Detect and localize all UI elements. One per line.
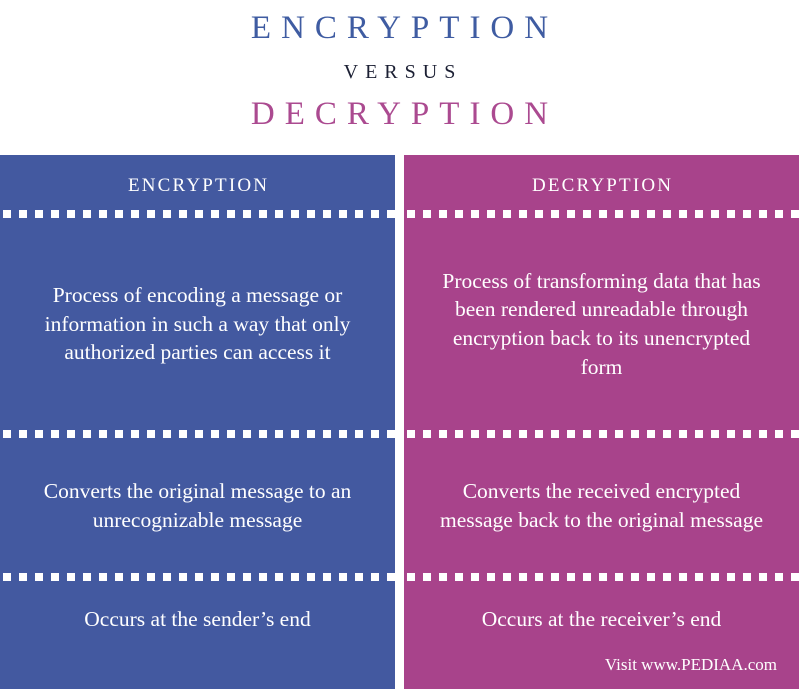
dashed-separator <box>404 210 799 218</box>
dashed-separator <box>0 210 395 218</box>
dashed-separator <box>0 573 395 581</box>
comparison-table: ENCRYPTION Process of encoding a message… <box>0 155 799 689</box>
table-cell-decryption-0: Process of transforming data that has be… <box>442 268 761 379</box>
site-credit: Visit www.PEDIAA.com <box>604 655 777 674</box>
title-versus: VERSUS <box>343 61 463 83</box>
column-encryption: ENCRYPTION Process of encoding a message… <box>0 155 395 689</box>
table-cell-encryption-2: Occurs at the sender’s end <box>84 607 311 631</box>
column-header-encryption: ENCRYPTION <box>127 174 270 196</box>
table-cell-encryption-0: Process of encoding a message or informa… <box>44 283 351 365</box>
title-term-decryption: DECRYPTION <box>250 96 559 132</box>
column-decryption: DECRYPTION Process of transforming data … <box>404 155 799 689</box>
dashed-separator <box>404 573 799 581</box>
table-cell-encryption-1: Converts the original message to an unre… <box>43 478 352 532</box>
infographic-root: ENCRYPTION VERSUS DECRYPTION ENCRYPTION … <box>0 0 799 689</box>
dashed-separator <box>404 430 799 438</box>
column-header-decryption: DECRYPTION <box>531 174 674 196</box>
title-block: ENCRYPTION VERSUS DECRYPTION <box>0 0 799 155</box>
dashed-separator <box>0 430 395 438</box>
column-gutter <box>395 155 404 689</box>
table-cell-decryption-1: Converts the received encrypted message … <box>440 478 763 532</box>
title-term-encryption: ENCRYPTION <box>250 10 559 46</box>
